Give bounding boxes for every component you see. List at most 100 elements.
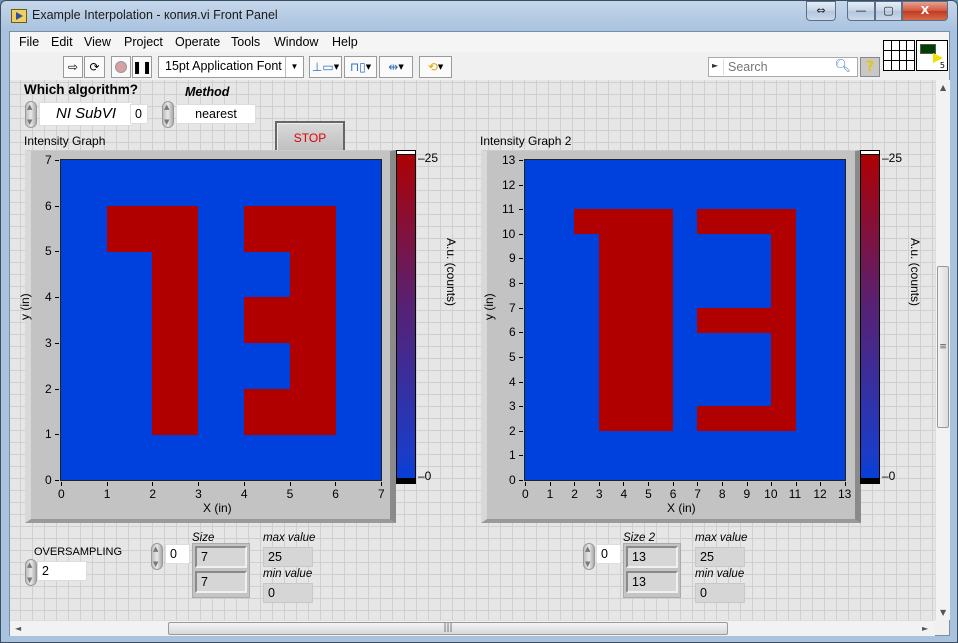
size2-index[interactable]: 0: [596, 544, 621, 564]
distribute-objects-button[interactable]: ⊓▯ ▼: [344, 56, 377, 78]
heatmap-cell: [771, 283, 797, 309]
colorbar-tick-label-max: –25: [882, 151, 903, 165]
context-help-button[interactable]: ?: [860, 57, 880, 77]
heatmap-cell: [648, 381, 674, 407]
heatmap-cell: [771, 209, 797, 235]
method-value[interactable]: nearest: [176, 104, 256, 124]
y-tick-label: 7: [509, 300, 516, 315]
menu-help[interactable]: Help: [332, 35, 358, 49]
colorbar-tick-label-min: –0: [882, 469, 896, 483]
heatmap-cell: [721, 406, 747, 432]
x-tick-label: 0: [58, 487, 65, 501]
x-tick-label: 7: [378, 487, 385, 501]
align-objects-button[interactable]: ⊥▭ ▼: [309, 56, 342, 78]
heatmap-cell: [648, 233, 674, 259]
heatmap-cell: [623, 332, 649, 358]
horizontal-scrollbar[interactable]: ◄ ||| ►: [10, 620, 935, 636]
x-tick-label: 4: [240, 487, 248, 501]
y-tick: [519, 430, 523, 432]
size-index[interactable]: 0: [165, 544, 190, 564]
x-tick: [198, 482, 200, 486]
heatmap-cell: [648, 283, 674, 309]
pause-button[interactable]: ❚❚: [132, 56, 152, 78]
resize-objects-button[interactable]: ⇹ ▼: [379, 56, 413, 78]
heatmap-cell: [623, 307, 649, 333]
colorbar-overflow-low: [861, 478, 879, 483]
scroll-down-icon[interactable]: ▼: [940, 608, 946, 617]
x-tick-label: 5: [286, 487, 294, 501]
heatmap-cell: [574, 209, 600, 235]
reorder-button[interactable]: ⟲ ▼: [419, 56, 452, 78]
font-select[interactable]: 15pt Application Font ▼: [158, 56, 304, 78]
search-input[interactable]: [723, 59, 833, 75]
heatmap-cell: [243, 388, 290, 435]
chevron-down-icon: ▼: [285, 57, 303, 77]
run-button[interactable]: ⇨: [63, 56, 83, 78]
menu-project[interactable]: Project: [124, 35, 163, 49]
heatmap-plot-area[interactable]: [524, 159, 846, 481]
x-tick-label: 13: [838, 487, 852, 501]
close-button[interactable]: X: [902, 1, 948, 21]
oversampling-value[interactable]: 2: [37, 561, 87, 581]
y-tick: [55, 297, 59, 299]
horizontal-scroll-thumb[interactable]: |||: [168, 622, 728, 635]
resize-objects-icon: ⇹: [388, 60, 399, 74]
y-tick: [519, 233, 523, 235]
heatmap-cell: [648, 356, 674, 382]
vertical-scroll-thumb[interactable]: ≡: [937, 266, 949, 428]
maximize-button[interactable]: ▢: [875, 1, 902, 21]
heatmap-cell: [697, 307, 723, 333]
which-algorithm-spinner[interactable]: [25, 101, 37, 128]
search-icon[interactable]: 🔍︎: [834, 59, 851, 74]
x-tick-label: 3: [195, 487, 202, 501]
heatmap-cell: [152, 251, 199, 298]
size-index-spinner[interactable]: [151, 543, 163, 570]
x-tick: [549, 482, 551, 486]
y-tick: [519, 283, 523, 285]
scroll-left-icon[interactable]: ◄: [15, 624, 21, 633]
heatmap-cell: [152, 388, 199, 435]
scroll-right-icon[interactable]: ►: [922, 624, 928, 633]
heatmap-cell: [598, 307, 624, 333]
y-tick: [55, 434, 59, 436]
heatmap-cell: [598, 356, 624, 382]
which-algorithm-index[interactable]: 0: [130, 104, 148, 124]
y-tick-label: 5: [509, 349, 516, 364]
title-bar[interactable]: Example Interpolation - копия.vi Front P…: [1, 1, 957, 31]
menu-file[interactable]: File: [19, 35, 39, 49]
front-panel: Which algorithm? NI SubVI 0 Method neare…: [10, 80, 935, 620]
heatmap-cell: [623, 209, 649, 235]
y-tick-label: 11: [502, 202, 515, 217]
dock-button[interactable]: ⇔: [806, 1, 836, 21]
min-value-label: min value: [263, 568, 313, 580]
colorbar-axis-title: A.u. (counts): [444, 238, 458, 307]
menu-operate[interactable]: Operate: [175, 35, 220, 49]
scroll-up-icon[interactable]: ▲: [940, 83, 946, 92]
vi-icon[interactable]: 5: [916, 40, 948, 71]
y-tick: [55, 342, 59, 344]
heatmap-plot-area[interactable]: [60, 159, 382, 481]
menu-edit[interactable]: Edit: [51, 35, 73, 49]
heatmap-cell: [152, 297, 199, 344]
size2-index-spinner[interactable]: [583, 543, 595, 570]
method-spinner[interactable]: [162, 101, 174, 128]
which-algorithm-value[interactable]: NI SubVI: [39, 102, 133, 126]
menu-tools[interactable]: Tools: [231, 35, 260, 49]
search-box: ► 🔍︎: [708, 57, 858, 77]
x-tick: [623, 482, 625, 486]
abort-button[interactable]: [111, 56, 131, 78]
y-tick: [55, 205, 59, 207]
y-tick-label: 0: [45, 473, 52, 487]
oversampling-spinner[interactable]: [25, 559, 37, 586]
vertical-scrollbar[interactable]: ▲ ≡ ▼: [935, 80, 950, 620]
heatmap-cell: [152, 205, 199, 252]
y-tick: [519, 332, 523, 334]
x-tick-label: 2: [571, 487, 578, 501]
run-continuously-button[interactable]: ⟳: [84, 56, 105, 78]
x-tick: [746, 482, 748, 486]
menu-window[interactable]: Window: [274, 35, 318, 49]
minimize-button[interactable]: —: [847, 1, 875, 21]
search-flag-icon[interactable]: ►: [712, 61, 718, 70]
menu-view[interactable]: View: [84, 35, 111, 49]
connector-pane[interactable]: [883, 40, 915, 71]
